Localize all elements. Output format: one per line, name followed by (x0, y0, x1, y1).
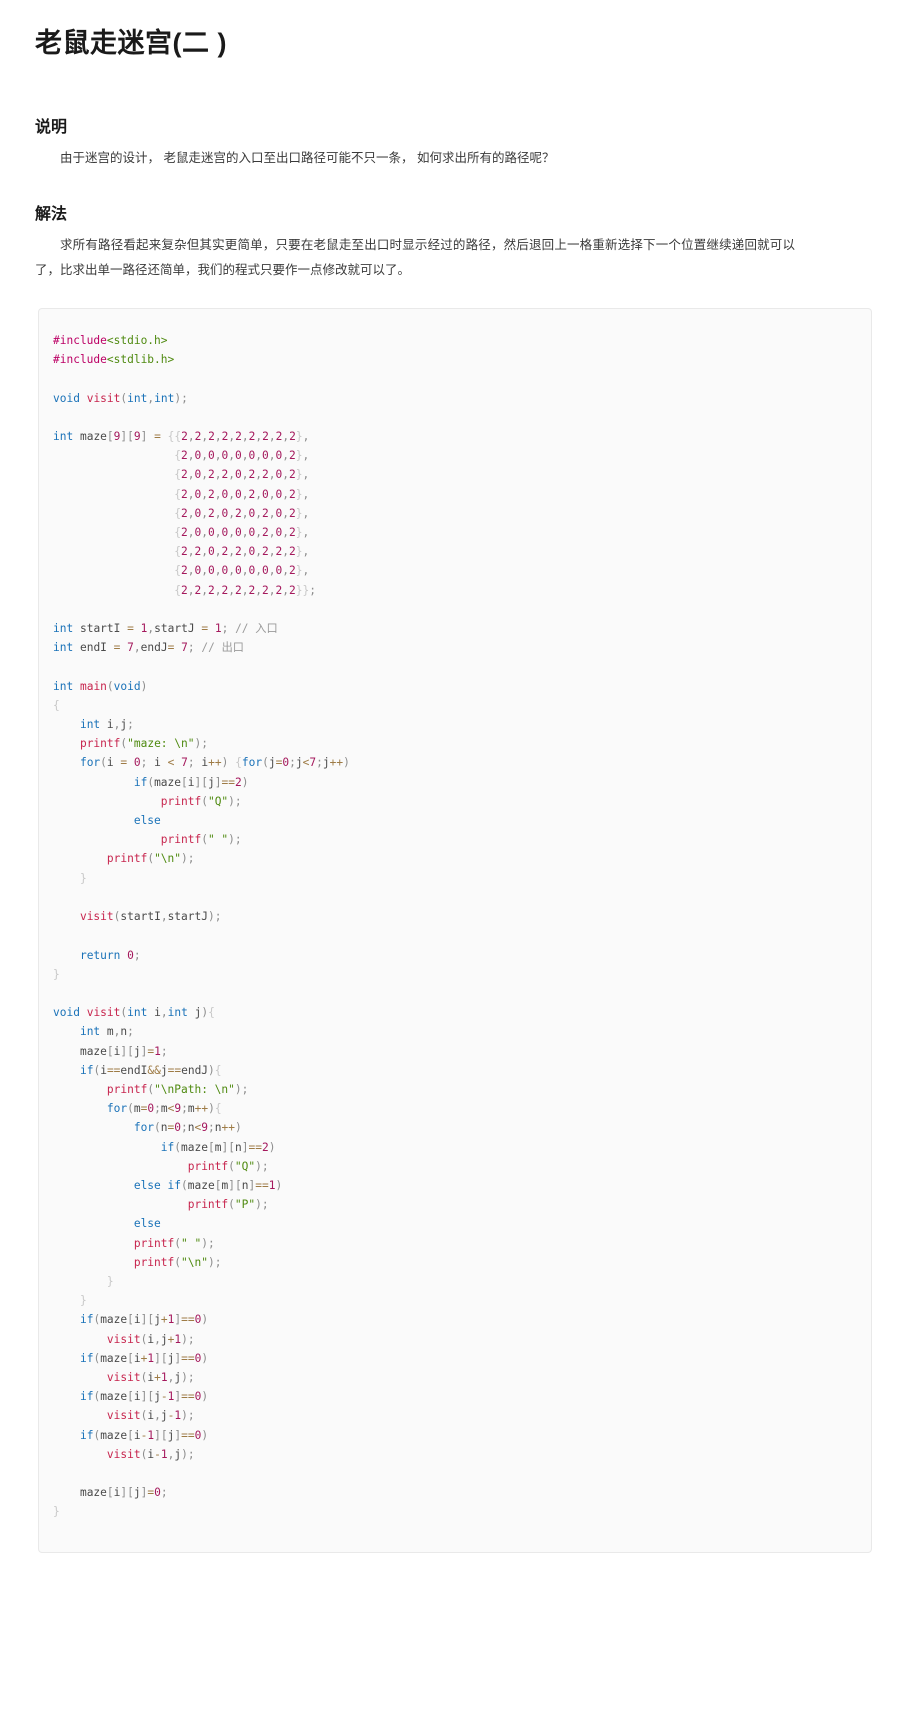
code-source[interactable]: #include<stdio.h> #include<stdlib.h> voi… (39, 331, 871, 1522)
page-title: 老鼠走迷宫(二 ) (35, 28, 227, 58)
section-description: 说明 由于迷宫的设计， 老鼠走迷宫的入口至出口路径可能不只一条， 如何求出所有的… (0, 117, 907, 171)
document-page: 老鼠走迷宫(二 ) 说明 由于迷宫的设计， 老鼠走迷宫的入口至出口路径可能不只一… (0, 0, 907, 1553)
code-block[interactable]: #include<stdio.h> #include<stdlib.h> voi… (38, 308, 872, 1553)
section-heading-description: 说明 (35, 119, 68, 137)
section-paragraph-solution: 求所有路径看起来复杂但其实更简单，只要在老鼠走至出口时显示经过的路径，然后退回上… (35, 238, 795, 277)
section-heading-solution: 解法 (35, 205, 68, 223)
section-solution: 解法 求所有路径看起来复杂但其实更简单，只要在老鼠走至出口时显示经过的路径，然后… (0, 204, 907, 282)
section-paragraph-description: 由于迷宫的设计， 老鼠走迷宫的入口至出口路径可能不只一条， 如何求出所有的路径呢… (60, 151, 555, 166)
